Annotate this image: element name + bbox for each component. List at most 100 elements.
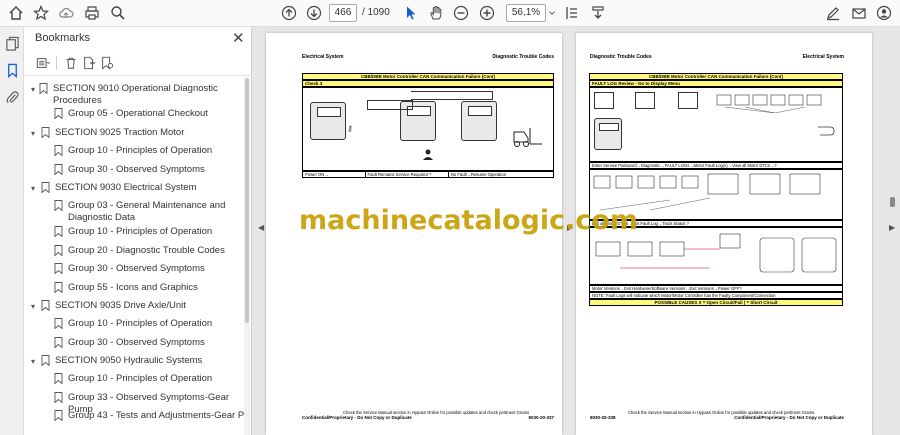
select-cursor-icon[interactable] xyxy=(401,4,421,22)
bookmark-item[interactable]: Group 10 - Principles of Operation xyxy=(54,373,239,385)
bookmark-flag-icon xyxy=(54,392,63,404)
toolbar-divider xyxy=(56,56,57,70)
mail-icon[interactable] xyxy=(849,4,869,22)
bookmark-flag-icon xyxy=(54,373,63,385)
section-banner: CBB/DBB Motor Controller CAN Communicati… xyxy=(589,73,843,80)
home-icon[interactable] xyxy=(6,4,26,22)
bookmark-item[interactable]: Group 10 - Principles of Operation xyxy=(54,226,239,238)
bookmark-flag-icon xyxy=(39,83,48,95)
forklift-icon xyxy=(508,126,548,148)
print-icon[interactable] xyxy=(82,4,102,22)
step-row: Enter Service Password→Diagnostic→FAULT … xyxy=(589,162,843,169)
bookmark-item[interactable]: ▾ SECTION 9010 Operational Diagnostic Pr… xyxy=(31,83,226,107)
bookmark-label: Group 43 - Tests and Adjustments-Gear Pu… xyxy=(68,410,244,421)
fault-log-diagram xyxy=(589,87,843,162)
display-panel xyxy=(310,102,346,140)
check-label: Check 3 xyxy=(302,80,554,87)
previous-page-arrow-icon[interactable]: ◀ xyxy=(258,223,264,232)
attachment-icon[interactable] xyxy=(4,89,20,105)
chevron-down-icon[interactable]: ▾ xyxy=(31,356,41,368)
arrow-1-icon xyxy=(367,100,413,110)
new-bookmark-icon[interactable] xyxy=(80,54,98,72)
bookmark-item[interactable]: Group 30 - Observed Symptoms xyxy=(54,164,239,176)
possible-causes-bar: POSSIBLE CAUSES X = Open Circuit/Fail | … xyxy=(589,299,843,306)
bookmark-item[interactable]: Group 03 - General Maintenance and Diagn… xyxy=(54,200,234,224)
fault-menu-icons xyxy=(715,91,823,114)
bookmark-label: SECTION 9050 Hydraulic Systems xyxy=(55,355,203,366)
step-text: Motor Versions→Exit Hardware/Software Ve… xyxy=(592,286,742,291)
arrow-2-icon xyxy=(411,91,493,100)
bookmark-item[interactable]: Group 30 - Observed Symptoms xyxy=(54,337,239,349)
zoom-level-dropdown[interactable]: 56,1% xyxy=(506,4,546,22)
zoom-out-icon[interactable] xyxy=(451,4,471,22)
bookmark-flag-icon xyxy=(54,164,63,176)
footer-confidential: Confidential/Proprietary - Do Not Copy o… xyxy=(734,415,844,420)
close-icon[interactable]: ✕ xyxy=(232,29,245,47)
side-rail xyxy=(0,27,24,435)
scrollbar-thumb[interactable] xyxy=(245,78,249,323)
bookmark-flag-icon xyxy=(41,127,50,139)
bookmark-settings-icon[interactable] xyxy=(98,54,116,72)
bookmark-label: Group 05 - Operational Checkout xyxy=(68,108,208,119)
bookmark-item[interactable]: Group 05 - Operational Checkout xyxy=(54,108,239,120)
bookmark-item[interactable]: Group 30 - Observed Symptoms xyxy=(54,263,239,275)
bookmarks-panel: Bookmarks ✕ ▾ SECTION 9010 Operational D… xyxy=(24,27,252,435)
bookmark-flag-icon xyxy=(54,226,63,238)
bookmark-label: Group 30 - Observed Symptoms xyxy=(68,164,205,175)
options-menu-icon[interactable] xyxy=(34,54,52,72)
bookmarks-scrollbar[interactable] xyxy=(244,78,250,435)
bookmark-label: Group 20 - Diagnostic Trouble Codes xyxy=(68,245,225,256)
check-result-row: Power ON→ Fault Remains Service Required… xyxy=(302,171,554,178)
result-cell: Fault Remains Service Required ? xyxy=(366,172,449,177)
bookmark-item[interactable]: Group 43 - Tests and Adjustments-Gear Pu… xyxy=(54,410,244,422)
chevron-down-icon[interactable]: ▾ xyxy=(31,183,41,195)
account-icon[interactable] xyxy=(874,4,894,22)
bookmark-label: SECTION 9030 Electrical System xyxy=(55,182,197,193)
watermark-text: machinecatalogic.com xyxy=(299,205,639,236)
bookmark-label: Group 30 - Observed Symptoms xyxy=(68,263,205,274)
bookmark-item[interactable]: ▾ SECTION 9030 Electrical System xyxy=(31,182,231,195)
zoom-chevron-down-icon[interactable] xyxy=(547,4,557,22)
bookmark-item[interactable]: Group 10 - Principles of Operation xyxy=(54,318,239,330)
bookmark-flag-icon xyxy=(54,337,63,349)
chevron-down-icon[interactable]: ▾ xyxy=(31,128,41,140)
document-scrollbar[interactable]: ▶ xyxy=(886,27,900,435)
menu-icon-box xyxy=(635,92,655,109)
bookmark-item[interactable]: Group 20 - Diagnostic Trouble Codes xyxy=(54,245,244,257)
cloud-upload-icon[interactable] xyxy=(56,4,76,22)
delete-bookmark-icon[interactable] xyxy=(62,54,80,72)
sign-pen-icon[interactable] xyxy=(823,4,843,22)
key-icon: ⚷ xyxy=(347,124,353,133)
hand-tool-icon[interactable] xyxy=(426,4,446,22)
scroll-mode-icon[interactable] xyxy=(588,4,608,22)
bookmark-item[interactable]: Group 55 - Icons and Graphics xyxy=(54,282,239,294)
menu-icon-box xyxy=(594,92,614,109)
star-icon[interactable] xyxy=(31,4,51,22)
bookmark-icon[interactable] xyxy=(4,62,20,78)
bookmark-item[interactable]: ▾ SECTION 9050 Hydraulic Systems xyxy=(31,355,231,368)
next-page-arrow-icon[interactable]: ▶ xyxy=(889,223,895,232)
bookmark-flag-icon xyxy=(54,282,63,294)
bookmark-label: Group 03 - General Maintenance and Diagn… xyxy=(68,200,226,223)
zoom-search-icon[interactable] xyxy=(108,4,128,22)
page-number: 9030-20-338 xyxy=(590,415,616,420)
display-panel xyxy=(594,118,622,150)
page-header-right: Electrical System xyxy=(802,54,844,60)
page-up-icon[interactable] xyxy=(279,4,299,22)
bookmark-item[interactable]: ▾ SECTION 9035 Drive Axle/Unit xyxy=(31,300,231,313)
step-text: Enter Service Password→Diagnostic→FAULT … xyxy=(592,163,777,168)
chevron-down-icon[interactable]: ▾ xyxy=(31,301,41,313)
bookmark-item[interactable]: Group 10 - Principles of Operation xyxy=(54,145,239,157)
bookmark-item[interactable]: ▾ SECTION 9025 Traction Motor xyxy=(31,127,231,140)
current-page-input[interactable]: 466 xyxy=(329,4,357,22)
scrollbar-thumb[interactable] xyxy=(890,197,895,207)
chevron-down-icon[interactable]: ▾ xyxy=(31,84,39,96)
section-banner: CBB/DBB Motor Controller CAN Communicati… xyxy=(302,73,554,80)
page-thumbnails-icon[interactable] xyxy=(4,35,20,51)
page-fit-icon[interactable] xyxy=(562,4,582,22)
bookmark-flag-icon xyxy=(54,145,63,157)
zoom-in-icon[interactable] xyxy=(477,4,497,22)
page-header-left: Electrical System xyxy=(302,54,344,60)
page-down-icon[interactable] xyxy=(304,4,324,22)
display-panel xyxy=(461,101,497,141)
